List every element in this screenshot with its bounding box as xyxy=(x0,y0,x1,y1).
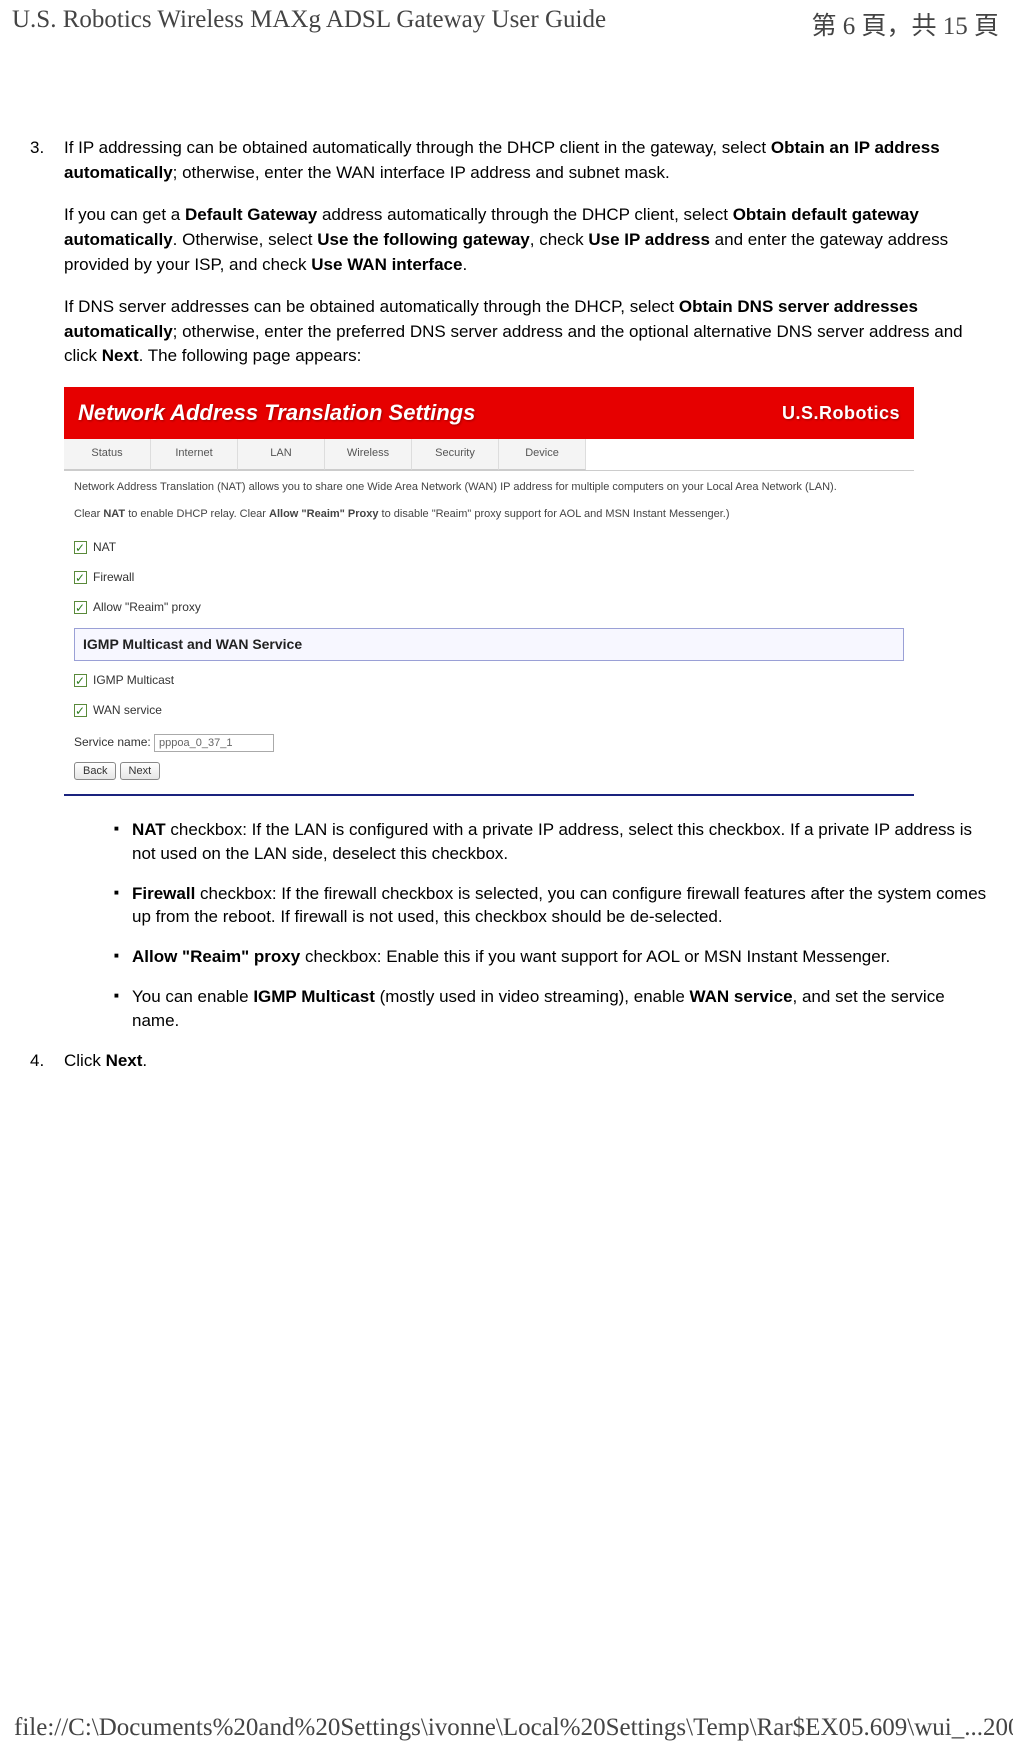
nat-settings-screenshot: Network Address Translation Settings U.S… xyxy=(64,387,914,796)
brand-label: U.S.Robotics xyxy=(782,400,900,426)
checkbox-wan[interactable] xyxy=(74,704,87,717)
bold: Allow "Reaim" proxy xyxy=(132,947,300,966)
next-button[interactable]: Next xyxy=(120,762,161,780)
back-button[interactable]: Back xyxy=(74,762,116,780)
bold: NAT xyxy=(132,820,166,839)
text: Click xyxy=(64,1051,106,1070)
checkbox-igmp-label: IGMP Multicast xyxy=(93,673,174,687)
checkbox-igmp[interactable] xyxy=(74,674,87,687)
bold: Use WAN interface xyxy=(311,255,462,274)
step-3: 3. If IP addressing can be obtained auto… xyxy=(64,136,989,1033)
bold: Next xyxy=(106,1051,143,1070)
tab-device[interactable]: Device xyxy=(499,439,586,470)
text: If IP addressing can be obtained automat… xyxy=(64,138,771,157)
tab-internet[interactable]: Internet xyxy=(151,439,238,470)
page-indicator: 第 6 頁，共 15 頁 xyxy=(811,6,999,42)
text: to disable "Reaim" proxy support for AOL… xyxy=(379,508,730,520)
text: (mostly used in video streaming), enable xyxy=(375,987,690,1006)
bold: Allow "Reaim" Proxy xyxy=(269,508,378,520)
step-num-3: 3. xyxy=(30,136,44,161)
checkbox-nat[interactable] xyxy=(74,541,87,554)
nat-desc-1: Network Address Translation (NAT) allows… xyxy=(74,479,904,496)
doc-title: U.S. Robotics Wireless MAXg ADSL Gateway… xyxy=(12,6,606,42)
checkbox-wan-label: WAN service xyxy=(93,703,162,717)
bullet-reaim: Allow "Reaim" proxy checkbox: Enable thi… xyxy=(114,945,989,969)
bullet-firewall: Firewall checkbox: If the firewall check… xyxy=(114,882,989,930)
text: . xyxy=(462,255,467,274)
text: , check xyxy=(530,230,589,249)
text: . Otherwise, select xyxy=(173,230,318,249)
nat-desc-2: Clear NAT to enable DHCP relay. Clear Al… xyxy=(74,506,904,523)
text: Clear xyxy=(74,508,103,520)
checkbox-firewall-label: Firewall xyxy=(93,570,134,584)
checkbox-reaim-label: Allow "Reaim" proxy xyxy=(93,600,201,614)
tab-status[interactable]: Status xyxy=(64,439,151,470)
text: checkbox: If the LAN is configured with … xyxy=(132,820,972,863)
text: to enable DHCP relay. Clear xyxy=(125,508,269,520)
text: If DNS server addresses can be obtained … xyxy=(64,297,679,316)
bold: Firewall xyxy=(132,884,195,903)
text: ; otherwise, enter the WAN interface IP … xyxy=(173,163,670,182)
bold: NAT xyxy=(103,508,125,520)
bold: Next xyxy=(102,346,139,365)
step-4: 4. Click Next. xyxy=(64,1049,989,1074)
bold: Default Gateway xyxy=(185,205,317,224)
bold: IGMP Multicast xyxy=(253,987,375,1006)
text: . xyxy=(142,1051,147,1070)
tab-lan[interactable]: LAN xyxy=(238,439,325,470)
text: You can enable xyxy=(132,987,253,1006)
text: . The following page appears: xyxy=(139,346,362,365)
nav-tabs: Status Internet LAN Wireless Security De… xyxy=(64,439,914,471)
bullet-nat: NAT checkbox: If the LAN is configured w… xyxy=(114,818,989,866)
tab-wireless[interactable]: Wireless xyxy=(325,439,412,470)
bold: Use the following gateway xyxy=(317,230,530,249)
text: address automatically through the DHCP c… xyxy=(317,205,732,224)
text: checkbox: If the firewall checkbox is se… xyxy=(132,884,986,927)
bold: WAN service xyxy=(690,987,793,1006)
text: checkbox: Enable this if you want suppor… xyxy=(300,947,890,966)
nat-title: Network Address Translation Settings xyxy=(78,397,475,429)
footer-date: 2005/7/4 xyxy=(983,1714,1013,1742)
step-num-4: 4. xyxy=(30,1049,44,1074)
service-name-input[interactable] xyxy=(154,734,274,752)
checkbox-firewall[interactable] xyxy=(74,571,87,584)
text: If you can get a xyxy=(64,205,185,224)
tab-security[interactable]: Security xyxy=(412,439,499,470)
service-name-label: Service name: xyxy=(74,735,151,749)
nat-header: Network Address Translation Settings U.S… xyxy=(64,387,914,439)
bullet-igmp-wan: You can enable IGMP Multicast (mostly us… xyxy=(114,985,989,1033)
checkbox-reaim[interactable] xyxy=(74,601,87,614)
igmp-section-header: IGMP Multicast and WAN Service xyxy=(74,628,904,661)
footer-path: file://C:\Documents%20and%20Settings\ivo… xyxy=(14,1714,983,1742)
checkbox-nat-label: NAT xyxy=(93,540,116,554)
bold: Use IP address xyxy=(588,230,710,249)
